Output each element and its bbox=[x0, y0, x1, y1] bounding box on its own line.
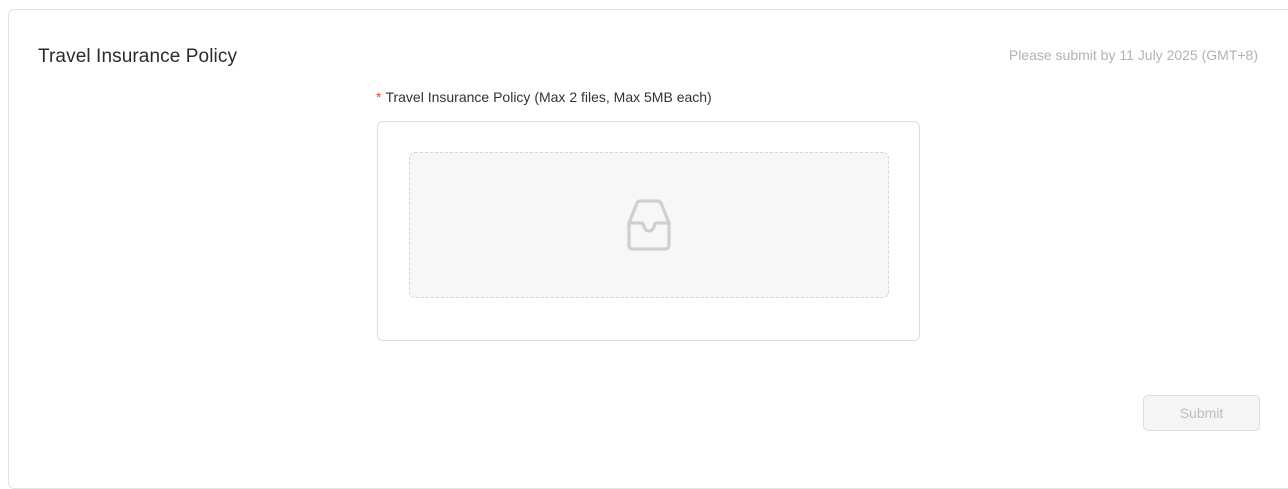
required-marker: * bbox=[376, 89, 382, 105]
submit-button[interactable]: Submit bbox=[1143, 395, 1260, 431]
file-dropzone[interactable] bbox=[409, 152, 889, 298]
deadline-text: Please submit by 11 July 2025 (GMT+8) bbox=[1008, 47, 1258, 63]
inbox-icon bbox=[627, 199, 671, 251]
section-title: Travel Insurance Policy bbox=[38, 46, 238, 67]
upload-field-label: * Travel Insurance Policy (Max 2 files, M… bbox=[376, 89, 712, 105]
upload-label-text: Travel Insurance Policy (Max 2 files, Ma… bbox=[385, 89, 712, 105]
